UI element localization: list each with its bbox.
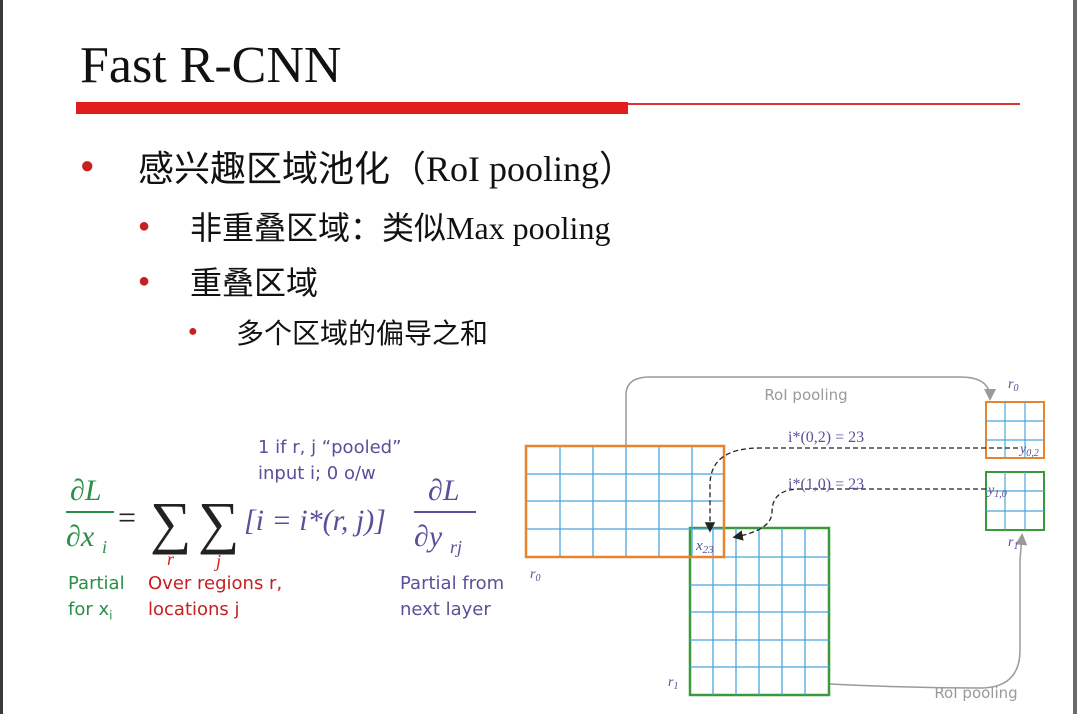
formula-sum-r-index: r [167, 549, 175, 569]
label-r0-big: r0 [530, 567, 540, 584]
formula-sub-i: i [102, 537, 107, 557]
label-x23: x23 [695, 538, 714, 556]
roi-pooling-label-top: RoI pooling [764, 386, 847, 404]
formula-numerator-dl: ∂L [70, 474, 102, 507]
formula-sum-j: ∑ [198, 490, 239, 555]
roi-pooling-label-bottom: RoI pooling [934, 684, 1017, 702]
formula-equals: = [118, 499, 136, 535]
label-r1-big: r1 [668, 675, 678, 692]
eq-label-bottom: i*(1,0) = 23 [788, 476, 864, 493]
formula-sub-rj: rj [450, 537, 462, 557]
label-y10: y1,0 [986, 483, 1007, 500]
region-r0-grid [524, 444, 726, 559]
formula-numerator-dl2: ∂L [428, 474, 460, 507]
label-out-r1: r1 [1008, 535, 1018, 552]
gradient-formula: ∂L ∂x i = ∑ ∑ r j [i = i*(r, j)] ∂L ∂y r… [66, 474, 476, 571]
output-r1-box [985, 471, 1045, 531]
eq-label-top: i*(0,2) = 23 [788, 429, 864, 446]
roi-pooling-arc-bottom [829, 533, 1028, 689]
formula-indicator: [i = i*(r, j)] [244, 504, 386, 537]
label-y02: y0,2 [1018, 442, 1039, 459]
label-out-r0: r0 [1008, 377, 1018, 394]
dashed-arrow-y10 [732, 488, 986, 541]
formula-denominator-dx: ∂x [66, 520, 95, 553]
output-r1-grid [985, 471, 1045, 531]
formula-sum-r: ∑ [150, 490, 191, 555]
formula-denominator-dy: ∂y [414, 520, 443, 553]
roi-pooling-figure: ∂L ∂x i = ∑ ∑ r j [i = i*(r, j)] ∂L ∂y r… [66, 376, 1045, 702]
formula-sum-j-index: j [214, 551, 221, 571]
